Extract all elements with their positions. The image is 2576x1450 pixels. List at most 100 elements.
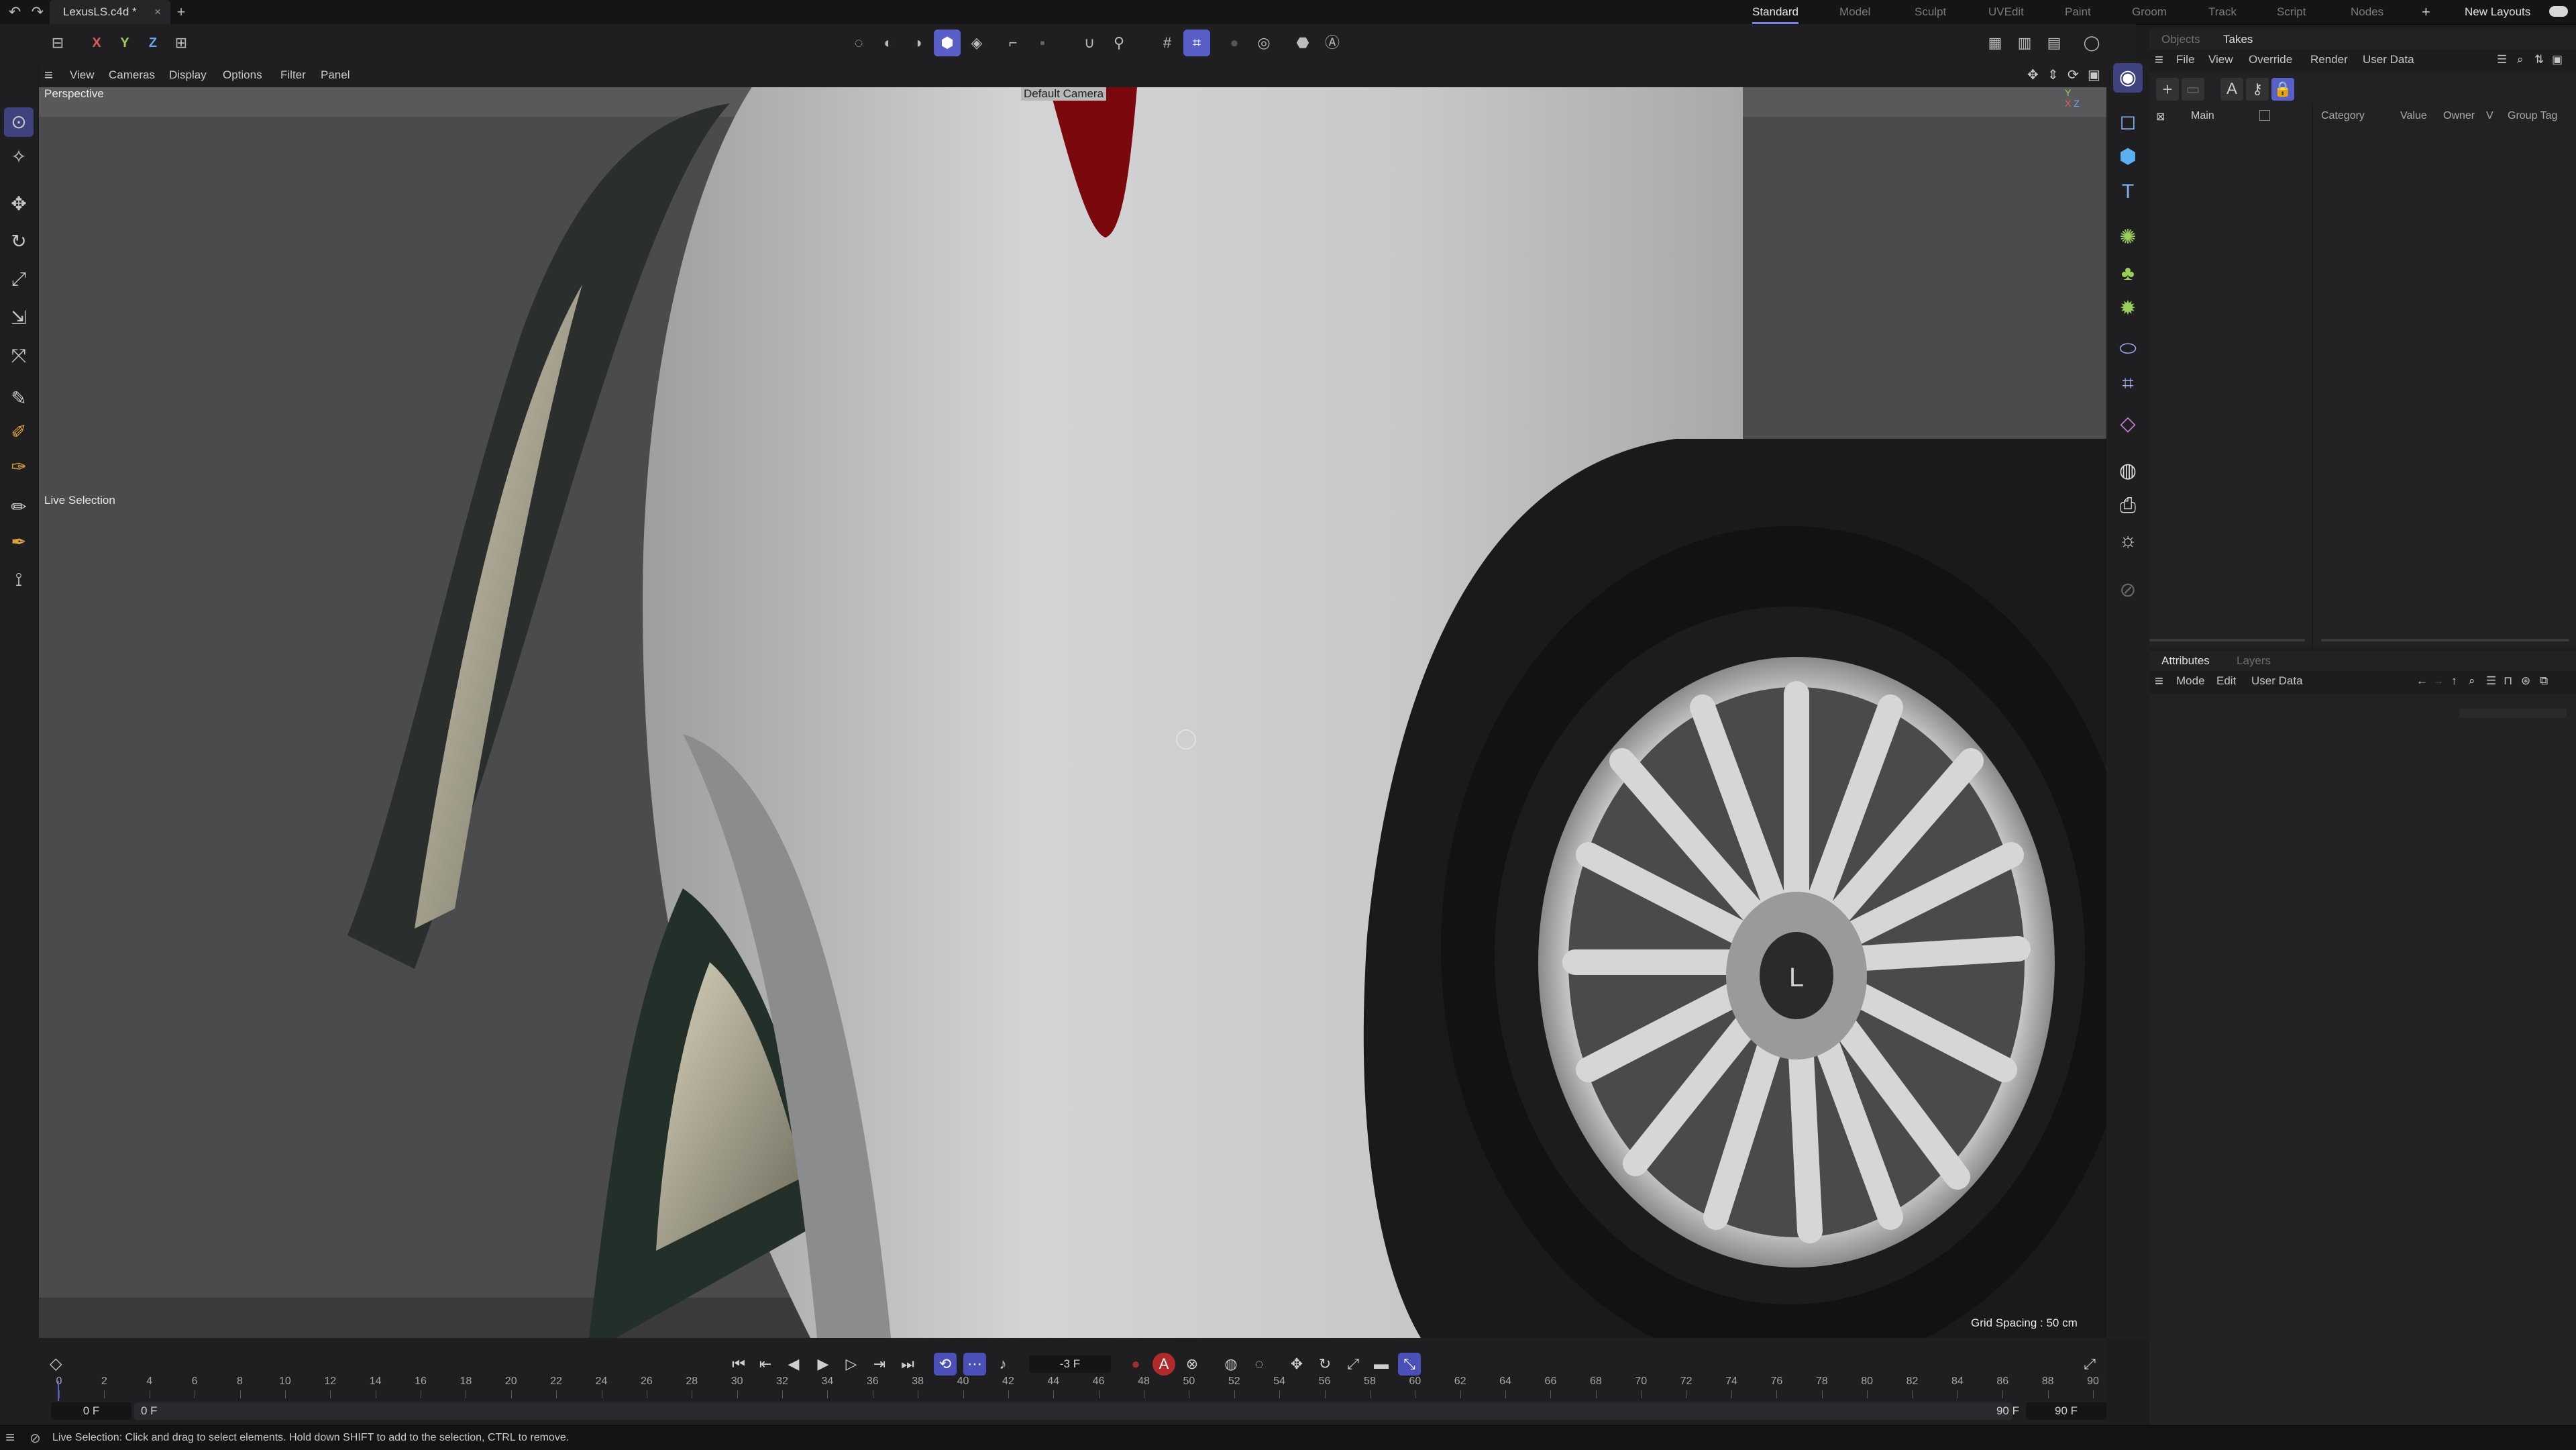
polygons-mode-icon[interactable]: ◑ [904,30,931,56]
new-window-icon[interactable]: ⧉ [2540,671,2548,691]
take-checkbox[interactable] [2259,110,2270,121]
axis-mode-icon[interactable]: ⌐ [1000,30,1026,56]
menu-panel[interactable]: Panel [321,63,350,87]
next-key-icon[interactable]: ⇥ [868,1353,891,1376]
hamburger-icon[interactable]: ≡ [2155,671,2163,691]
field-icon[interactable]: ⬭ [2113,334,2143,364]
menu-view[interactable]: View [70,63,95,87]
menu-view[interactable]: View [2208,50,2233,70]
transform-icon[interactable]: ⤧ [4,341,34,370]
move-icon[interactable]: ✥ [4,189,34,219]
transfer-icon[interactable]: ⇲ [4,303,34,333]
volume-icon[interactable]: ◇ [2113,409,2143,439]
new-layouts-button[interactable]: New Layouts [2465,0,2530,24]
layout-icon[interactable]: ▣ [2552,50,2563,70]
generator-icon[interactable]: ✺ [2113,223,2143,252]
coordinate-system-icon[interactable]: ⊞ [168,30,195,56]
auto-take-icon[interactable]: A [2220,78,2243,101]
menu-filter[interactable]: Filter [280,63,306,87]
expand-timeline-icon[interactable]: ⤢ [2078,1353,2101,1376]
playhead[interactable] [58,1381,59,1401]
theme-toggle[interactable] [2549,6,2568,17]
up-arrow-icon[interactable]: ↑ [2451,671,2457,691]
filter-icon[interactable]: ☰ [2497,50,2507,70]
model-mode-icon[interactable]: ⬢ [934,30,961,56]
tab-objects[interactable]: Objects [2161,30,2200,50]
magnet-icon[interactable]: ∪ [1076,30,1103,56]
sound-icon[interactable]: ♪ [991,1353,1014,1376]
layout-tab-model[interactable]: Model [1839,0,1870,24]
object-mode-icon[interactable]: ◈ [963,30,990,56]
layout-tab-sculpt[interactable]: Sculpt [1915,0,1946,24]
null-object-icon[interactable]: ◻ [2113,107,2143,137]
filter-icon[interactable]: ☰ [2486,671,2496,691]
lock-override-icon[interactable]: ⚷ [2246,78,2269,101]
end-frame-field[interactable]: 90 F [2026,1402,2106,1420]
back-arrow-icon[interactable]: ← [2416,671,2428,691]
polygon-pen-icon[interactable]: ⟟ [4,565,34,594]
camera-icon[interactable]: ⎙ [2113,491,2143,521]
point-level-icon[interactable]: ▬ [1370,1353,1393,1376]
lighting-icon[interactable]: Ⓐ [1319,30,1346,56]
environment-icon[interactable]: ◍ [2113,456,2143,486]
points-mode-icon[interactable]: ◌ [845,30,872,56]
layout-tab-groom[interactable]: Groom [2132,0,2167,24]
keyframe-icon[interactable]: ◇ [50,1354,62,1374]
layout-tab-standard[interactable]: Standard [1752,0,1799,24]
layout-tab-track[interactable]: Track [2208,0,2237,24]
deformer-icon[interactable]: ✹ [2113,294,2143,323]
settings-icon[interactable]: ⊛ [2521,671,2530,691]
search-icon[interactable]: ⌕ [2469,671,2475,691]
hamburger-icon[interactable]: ≡ [2155,50,2163,70]
column-divider[interactable] [2312,103,2313,660]
snap-grid-icon[interactable]: ⌗ [1183,30,1210,56]
layout-tab-uvedit[interactable]: UVEdit [1988,0,2024,24]
z-axis-toggle[interactable]: Z [140,30,166,56]
lock-icon[interactable]: ⊓ [2504,671,2512,691]
rotation-key-icon[interactable]: ◌ [1248,1353,1271,1376]
horizontal-scrollbar[interactable] [2149,639,2305,641]
layout-tab-nodes[interactable]: Nodes [2351,0,2383,24]
menu-user-data[interactable]: User Data [2363,50,2414,70]
camera-label[interactable]: Default Camera [1021,87,1107,101]
add-layout-button[interactable]: + [2422,0,2430,24]
go-to-end-icon[interactable]: ⏭ [896,1353,919,1376]
redshift-icon[interactable]: ◯ [2078,30,2105,56]
forward-arrow-icon[interactable]: → [2432,671,2444,691]
redo-icon[interactable]: ↷ [30,4,46,20]
spline-tools-icon[interactable]: ✑ [4,452,34,482]
menu-override[interactable]: Override [2249,50,2292,70]
hamburger-icon[interactable]: ≡ [44,63,53,87]
spline-sketch-icon[interactable]: ✐ [4,417,34,447]
undo-icon[interactable]: ↶ [7,4,23,20]
scene-icon[interactable]: ⌗ [2113,369,2143,399]
orbit-icon[interactable]: ⟳ [2068,63,2079,87]
menu-cameras[interactable]: Cameras [109,63,155,87]
pan-icon[interactable]: ✥ [2027,63,2039,87]
take-main[interactable]: Main [2191,110,2214,122]
edges-mode-icon[interactable]: ◐ [875,30,902,56]
lock-icon[interactable]: 🔒 [2271,78,2294,101]
previous-frame-icon[interactable]: ◀ [782,1353,805,1376]
loop-icon[interactable]: ⟲ [934,1353,957,1376]
workplane-icon[interactable]: ● [1221,30,1248,56]
render-view-icon[interactable]: ▦ [1982,30,2008,56]
menu-render[interactable]: Render [2310,50,2348,70]
viewport[interactable]: L Perspective Default Camera Live Select… [39,63,2106,1338]
menu-mode[interactable]: Mode [2176,671,2205,691]
record-icon[interactable]: ● [1124,1353,1147,1376]
add-tab-button[interactable]: + [173,4,189,20]
grid-icon[interactable]: # [1154,30,1181,56]
tab-attributes[interactable]: Attributes [2161,651,2210,671]
layout-tab-paint[interactable]: Paint [2065,0,2091,24]
mograph-icon[interactable]: ♣ [2113,259,2143,289]
autokey-icon[interactable]: A [1152,1353,1175,1376]
go-to-start-icon[interactable]: ⏮ [727,1353,750,1376]
zoom-icon[interactable]: ⇕ [2047,63,2059,87]
render-picture-icon[interactable]: ▥ [2011,30,2038,56]
preview-range-icon[interactable]: ⋯ [963,1353,986,1376]
position-key-icon[interactable]: ◍ [1220,1353,1242,1376]
horizontal-scrollbar-right[interactable] [2321,639,2569,641]
menu-file[interactable]: File [2176,50,2194,70]
menu-display[interactable]: Display [169,63,207,87]
